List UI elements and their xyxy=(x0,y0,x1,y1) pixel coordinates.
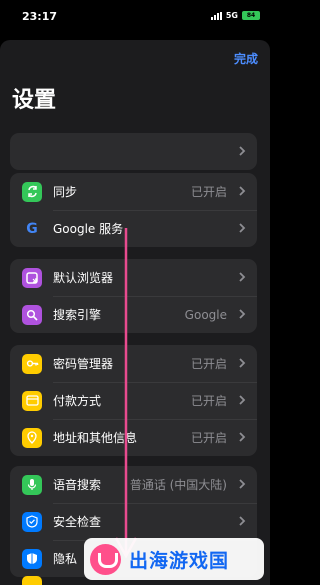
password-manager-status: 已开启 xyxy=(190,357,227,371)
watermark-text: 出海游戏国 xyxy=(129,549,230,572)
chevron-right-icon xyxy=(239,272,246,282)
watermark-logo: 出海游戏国 xyxy=(84,538,264,580)
voice-search-row[interactable]: 语音搜索 普通话 (中国大陆) xyxy=(10,466,257,503)
voice-search-language: 普通话 (中国大陆) xyxy=(129,478,227,492)
browser-icon xyxy=(22,267,42,288)
account-group xyxy=(10,133,257,170)
password-manager-label: 密码管理器 xyxy=(53,357,114,371)
watermark-logo-icon xyxy=(90,543,121,575)
account-row[interactable] xyxy=(10,133,257,170)
chevron-right-icon xyxy=(239,395,246,405)
chevron-right-icon xyxy=(239,146,246,156)
location-icon xyxy=(22,427,42,448)
page-title: 设置 xyxy=(12,88,57,113)
search-engine-row[interactable]: 搜索引擎 Google xyxy=(10,296,257,333)
google-icon: G xyxy=(26,220,38,237)
payment-methods-status: 已开启 xyxy=(190,394,227,408)
payment-methods-label: 付款方式 xyxy=(53,394,102,408)
google-services-row[interactable]: G Google 服务 xyxy=(10,210,257,247)
password-manager-row[interactable]: 密码管理器 已开启 xyxy=(10,345,257,382)
sync-label: 同步 xyxy=(53,185,78,199)
status-indicators: 5G 84 xyxy=(210,11,260,20)
sync-icon xyxy=(22,181,42,202)
privacy-shield-icon xyxy=(22,548,42,569)
key-icon xyxy=(22,353,42,374)
card-icon xyxy=(22,390,42,411)
voice-search-label: 语音搜索 xyxy=(53,478,102,492)
search-engine-value: Google xyxy=(184,307,227,322)
addresses-label: 地址和其他信息 xyxy=(53,431,138,445)
chevron-right-icon xyxy=(239,479,246,489)
chevron-right-icon xyxy=(239,358,246,368)
chevron-right-icon xyxy=(239,223,246,233)
default-browser-label: 默认浏览器 xyxy=(53,271,114,285)
done-button[interactable]: 完成 xyxy=(234,50,258,67)
privacy-label: 隐私 xyxy=(53,552,78,566)
network-type: 5G xyxy=(225,11,238,20)
chevron-right-icon xyxy=(239,309,246,319)
search-icon xyxy=(22,304,42,325)
google-services-label: Google 服务 xyxy=(53,222,124,236)
safety-check-label: 安全检查 xyxy=(53,515,102,529)
addresses-row[interactable]: 地址和其他信息 已开启 xyxy=(10,419,257,456)
chevron-right-icon xyxy=(239,432,246,442)
addresses-status: 已开启 xyxy=(190,431,227,445)
sync-row[interactable]: 同步 已开启 xyxy=(10,173,257,210)
browser-search-group: 默认浏览器 搜索引擎 Google xyxy=(10,259,257,333)
shield-check-icon xyxy=(22,511,42,532)
partially-visible-icon xyxy=(22,576,42,585)
chevron-right-icon xyxy=(239,186,246,196)
status-time: 23:17 xyxy=(22,10,58,23)
sync-services-group: 同步 已开启 G Google 服务 xyxy=(10,173,257,247)
chevron-right-icon xyxy=(239,516,246,526)
default-browser-row[interactable]: 默认浏览器 xyxy=(10,259,257,296)
status-bar: 23:17 5G 84 xyxy=(0,0,270,36)
autofill-group: 密码管理器 已开启 付款方式 已开启 地址和其他信息 已开启 xyxy=(10,345,257,456)
sync-status: 已开启 xyxy=(190,185,227,199)
battery-icon: 84 xyxy=(242,11,260,20)
payment-methods-row[interactable]: 付款方式 已开启 xyxy=(10,382,257,419)
search-engine-label: 搜索引擎 xyxy=(53,308,102,322)
signal-icon xyxy=(210,11,222,20)
safety-check-row[interactable]: 安全检查 xyxy=(10,503,257,540)
microphone-icon xyxy=(22,474,42,495)
